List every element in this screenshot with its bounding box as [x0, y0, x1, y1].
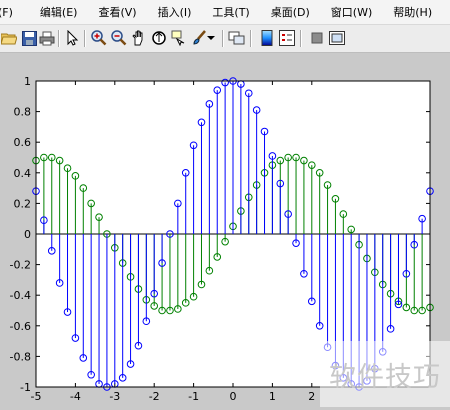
x-tick-label: -4 — [70, 390, 81, 403]
menu-edit[interactable]: 编辑(E) — [27, 4, 86, 20]
x-tick-label: -3 — [109, 390, 120, 403]
y-tick-label: -0.6 — [10, 320, 31, 333]
x-tick-label: -1 — [188, 390, 199, 403]
colorbar-icon[interactable] — [258, 29, 276, 47]
figure-toolbar — [0, 25, 450, 53]
show-plot-tools-icon[interactable] — [328, 29, 346, 47]
menu-bar: (F)编辑(E)查看(V)插入(I)工具(T)桌面(D)窗口(W)帮助(H) — [0, 0, 450, 25]
watermark: 软件技巧 — [320, 341, 450, 407]
open-folder-icon[interactable] — [0, 29, 18, 47]
arrow-pointer-icon[interactable] — [64, 29, 82, 47]
y-tick-label: 0 — [24, 228, 31, 241]
toolbar-separator — [58, 30, 60, 47]
toolbar-separator — [222, 30, 224, 47]
y-tick-label: 0.8 — [14, 106, 32, 119]
menu-help[interactable]: 帮助(H) — [380, 4, 440, 20]
link-plot-icon[interactable] — [228, 29, 246, 47]
menu-view[interactable]: 查看(V) — [85, 4, 144, 20]
toolbar-separator — [300, 30, 302, 47]
x-tick-label: 0 — [230, 390, 237, 403]
zoom-out-icon[interactable] — [110, 29, 128, 47]
hide-plot-tools-icon[interactable] — [308, 29, 326, 47]
data-cursor-icon[interactable] — [170, 29, 188, 47]
x-tick-label: 1 — [269, 390, 276, 403]
print-icon[interactable] — [38, 29, 56, 47]
menu-file[interactable]: (F) — [0, 6, 27, 19]
menu-window[interactable]: 窗口(W) — [318, 4, 380, 20]
y-tick-label: -1 — [20, 381, 31, 394]
y-tick-label: 0.2 — [14, 197, 32, 210]
y-tick-label: 0.6 — [14, 136, 32, 149]
zoom-in-icon[interactable] — [90, 29, 108, 47]
menu-tools[interactable]: 工具(T) — [199, 4, 257, 20]
toolbar-separator — [250, 30, 252, 47]
save-icon[interactable] — [20, 29, 38, 47]
watermark-text: 软件技巧 — [329, 361, 441, 393]
x-tick-label: 2 — [308, 390, 315, 403]
rotate-3d-icon[interactable] — [150, 29, 168, 47]
pan-hand-icon[interactable] — [130, 29, 148, 47]
menu-desktop[interactable]: 桌面(D) — [258, 4, 318, 20]
toolbar-separator — [84, 30, 86, 47]
y-tick-label: 1 — [24, 75, 31, 88]
y-tick-label: -0.8 — [10, 350, 31, 363]
menu-insert[interactable]: 插入(I) — [145, 4, 200, 20]
dropdown-arrow-icon[interactable] — [206, 29, 216, 47]
x-tick-label: -2 — [149, 390, 160, 403]
x-tick-label: -5 — [31, 390, 42, 403]
legend-icon[interactable] — [278, 29, 296, 47]
y-tick-label: -0.2 — [10, 259, 31, 272]
y-tick-label: 0.4 — [14, 167, 32, 180]
y-tick-label: -0.4 — [10, 289, 31, 302]
